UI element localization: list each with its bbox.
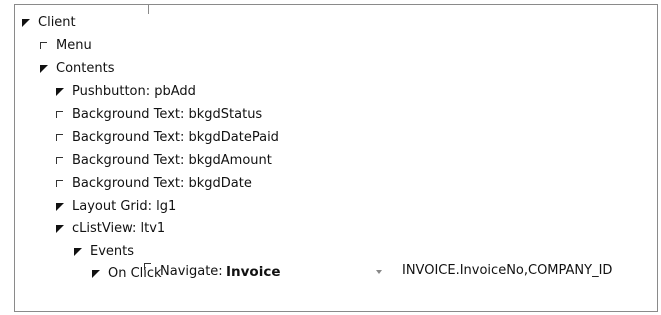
tree-node-label: Background Text: bkgdAmount bbox=[72, 153, 272, 168]
collapsed-corner-icon[interactable] bbox=[56, 134, 63, 141]
tree-node-label: Events bbox=[90, 244, 135, 259]
tree-node-label: Layout Grid: lg1 bbox=[72, 199, 177, 214]
expanded-triangle-icon[interactable] bbox=[56, 88, 64, 96]
expanded-triangle-icon[interactable] bbox=[40, 65, 48, 73]
collapsed-corner-icon[interactable] bbox=[144, 263, 151, 270]
collapsed-corner-icon[interactable] bbox=[56, 111, 63, 118]
column-divider bbox=[148, 4, 149, 14]
expanded-triangle-icon[interactable] bbox=[92, 270, 100, 278]
tree-node-label: cListView: ltv1 bbox=[72, 221, 166, 236]
tree-node-label: Background Text: bkgdStatus bbox=[72, 107, 263, 122]
navigate-target-value: Invoice bbox=[226, 264, 281, 280]
expanded-triangle-icon[interactable] bbox=[22, 19, 30, 27]
expanded-triangle-icon[interactable] bbox=[56, 203, 64, 211]
navigate-params: INVOICE.InvoiceNo,COMPANY_ID bbox=[402, 263, 613, 278]
collapsed-corner-icon[interactable] bbox=[40, 42, 47, 49]
navigate-target-select[interactable]: Invoice bbox=[223, 261, 387, 283]
tree-node-label: On Click bbox=[108, 266, 162, 281]
tree-node-label: Background Text: bkgdDate bbox=[72, 176, 252, 191]
dropdown-arrow-icon[interactable] bbox=[376, 270, 382, 274]
collapsed-corner-icon[interactable] bbox=[56, 180, 63, 187]
tree-node-label: Pushbutton: pbAdd bbox=[72, 84, 196, 99]
tree-node-label: Navigate: bbox=[160, 264, 223, 279]
tree-node-label: Background Text: bkgdDatePaid bbox=[72, 130, 279, 145]
tree-node-label: Menu bbox=[56, 38, 92, 53]
tree-node-label: Client bbox=[38, 15, 76, 30]
expanded-triangle-icon[interactable] bbox=[74, 248, 82, 256]
tree-node-label: Contents bbox=[56, 61, 115, 76]
collapsed-corner-icon[interactable] bbox=[56, 157, 63, 164]
expanded-triangle-icon[interactable] bbox=[56, 225, 64, 233]
